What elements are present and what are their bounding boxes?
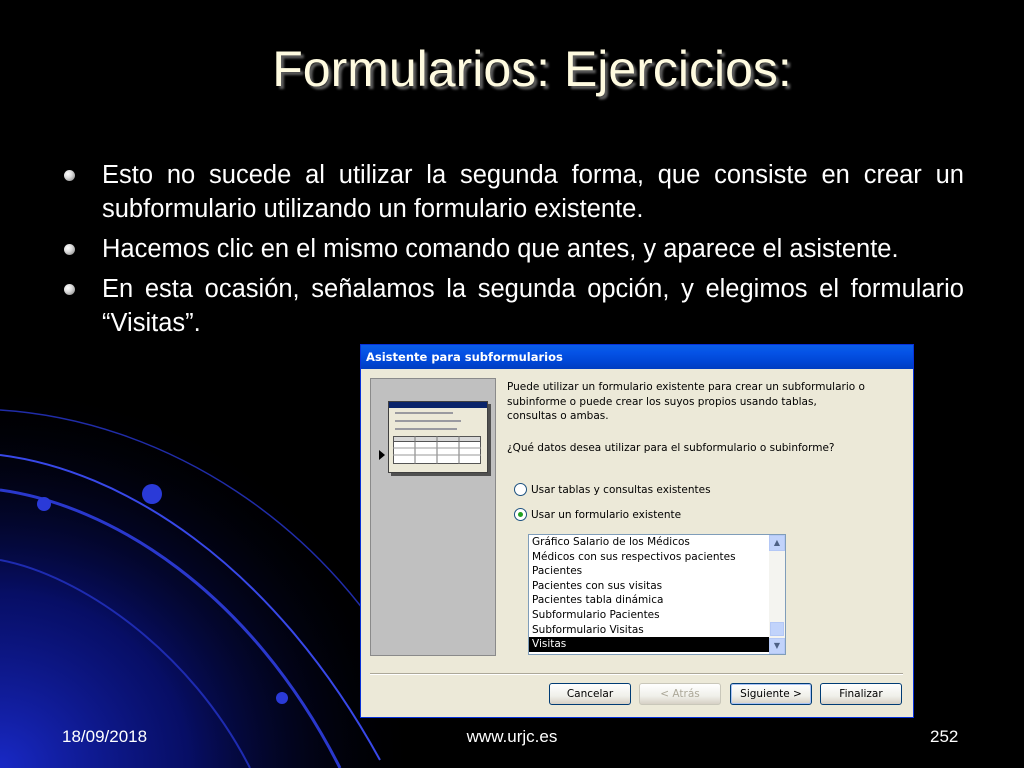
list-item[interactable]: Médicos con sus respectivos pacientes [529, 550, 769, 565]
bullet-dot-icon [64, 284, 75, 295]
finish-button[interactable]: Finalizar [820, 683, 902, 705]
radio-selected-icon[interactable] [514, 508, 527, 521]
list-item[interactable]: Subformulario Pacientes [529, 608, 769, 623]
radio-use-existing-form[interactable]: Usar un formulario existente [514, 508, 681, 521]
bullet-dot-icon [64, 170, 75, 181]
bullet-text: Hacemos clic en el mismo comando que ant… [102, 235, 899, 263]
scroll-down-icon[interactable]: ▼ [769, 638, 785, 654]
scroll-thumb[interactable] [770, 622, 784, 636]
list-item[interactable]: Pacientes [529, 564, 769, 579]
preview-panel [370, 378, 496, 656]
form-preview-icon [388, 401, 488, 473]
page-number: 252 [930, 727, 959, 746]
back-button[interactable]: < Atrás [639, 683, 721, 705]
pointer-arrow-icon [379, 450, 385, 460]
radio-use-tables[interactable]: Usar tablas y consultas existentes [514, 483, 711, 496]
wizard-question: ¿Qué datos desea utilizar para el subfor… [507, 442, 835, 454]
next-button[interactable]: Siguiente > [730, 683, 812, 705]
list-item[interactable]: Pacientes tabla dinámica [529, 593, 769, 608]
bullet-list: Esto no sucede al utilizar la segunda fo… [62, 158, 964, 346]
forms-listbox[interactable]: Gráfico Salario de los Médicos Médicos c… [528, 534, 786, 655]
bullet-item: Esto no sucede al utilizar la segunda fo… [62, 158, 964, 226]
bullet-dot-icon [64, 244, 75, 255]
list-item[interactable]: Pacientes con sus visitas [529, 579, 769, 594]
footer-url: www.urjc.es [466, 727, 558, 746]
dialog-title: Asistente para subformularios [361, 345, 913, 369]
list-item[interactable]: Subformulario Visitas [529, 623, 769, 638]
bullet-text: En esta ocasión, señalamos la segunda op… [102, 275, 964, 337]
scroll-up-icon[interactable]: ▲ [769, 535, 785, 551]
bullet-item: En esta ocasión, señalamos la segunda op… [62, 272, 964, 340]
list-item-selected[interactable]: Visitas [529, 637, 769, 652]
divider [370, 673, 903, 675]
wizard-intro-text: Puede utilizar un formulario existente p… [507, 381, 865, 422]
slide-title: Formularios: Ejercicios: [272, 41, 792, 97]
list-item[interactable]: Gráfico Salario de los Médicos [529, 535, 769, 550]
radio-label[interactable]: Usar un formulario existente [531, 509, 681, 521]
radio-label[interactable]: Usar tablas y consultas existentes [531, 484, 711, 496]
bullet-item: Hacemos clic en el mismo comando que ant… [62, 232, 964, 266]
bullet-text: Esto no sucede al utilizar la segunda fo… [102, 161, 964, 223]
subform-wizard-dialog: Asistente para subformularios Puede util… [360, 344, 914, 718]
list-scrollbar[interactable]: ▲ ▼ [769, 535, 785, 654]
cancel-button[interactable]: Cancelar [549, 683, 631, 705]
radio-circle-icon[interactable] [514, 483, 527, 496]
